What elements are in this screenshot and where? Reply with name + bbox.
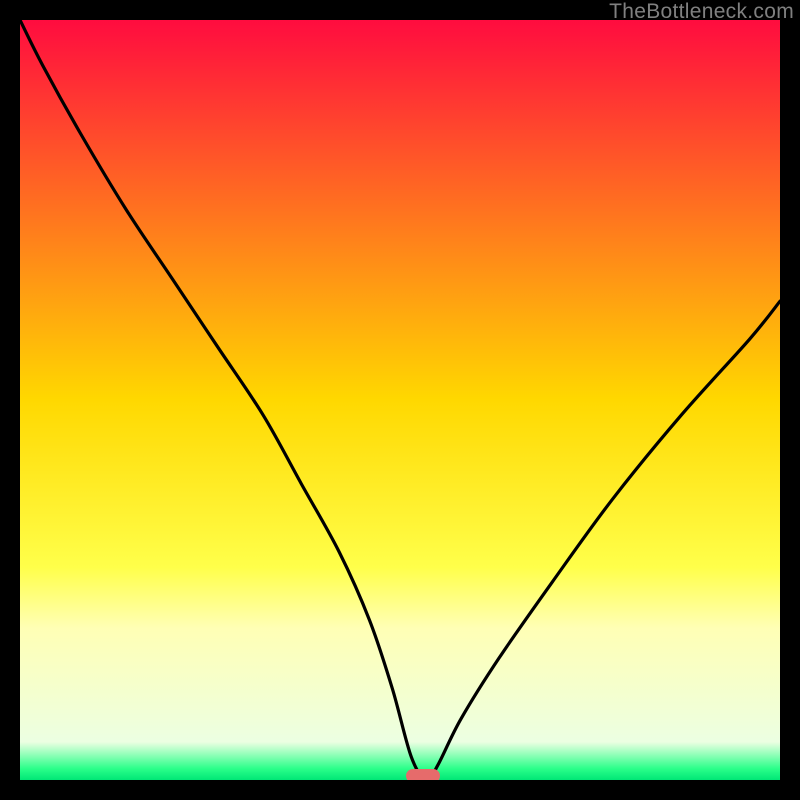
attribution-text: TheBottleneck.com: [609, 0, 794, 24]
bottleneck-curve: [20, 20, 780, 780]
chart-frame: TheBottleneck.com: [0, 0, 800, 800]
plot-area: [20, 20, 780, 780]
optimal-marker: [406, 769, 440, 780]
